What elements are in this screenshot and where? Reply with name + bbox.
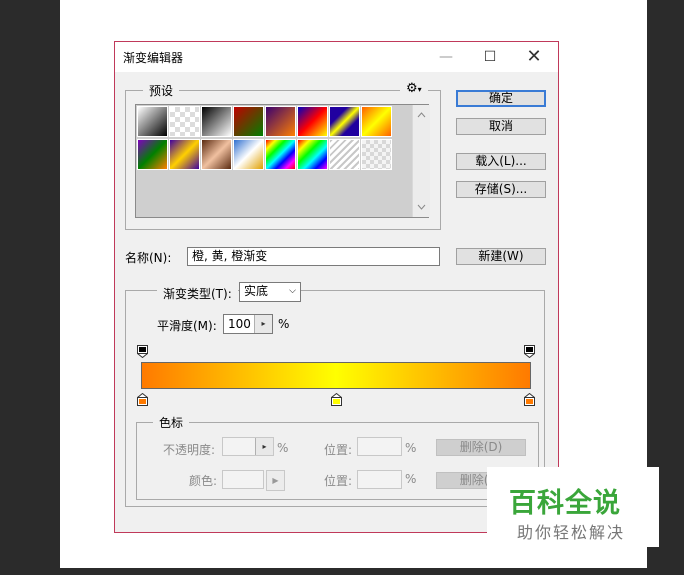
save-button[interactable]: 存储(S)...	[456, 181, 546, 198]
preset-swatch[interactable]	[361, 106, 392, 137]
opacity-unit: %	[277, 441, 289, 455]
preset-swatch[interactable]	[329, 139, 360, 170]
window-title: 渐变编辑器	[123, 51, 184, 65]
preset-swatch[interactable]	[137, 139, 168, 170]
smoothness-input[interactable]: 100 ▸	[223, 314, 273, 334]
stop-color-orange	[139, 399, 146, 404]
watermark-logo: 百科全说 助你轻松解决	[487, 467, 659, 547]
smoothness-unit: %	[278, 317, 290, 331]
preset-swatch[interactable]	[265, 139, 296, 170]
maximize-button[interactable]: ☐	[468, 42, 512, 72]
color-location-input[interactable]	[357, 470, 402, 489]
new-button[interactable]: 新建(W)	[456, 248, 546, 265]
watermark-subtitle: 助你轻松解决	[517, 523, 626, 542]
ok-button[interactable]: 确定	[456, 90, 546, 107]
gradient-type-label: 渐变类型(T):	[157, 285, 238, 302]
presets-scrollbar[interactable]	[412, 105, 430, 217]
stops-legend: 色标	[153, 414, 190, 431]
opacity-location-label: 位置:	[324, 443, 353, 457]
name-label: 名称(N):	[125, 251, 172, 265]
preset-swatch[interactable]	[137, 106, 168, 137]
preset-swatch[interactable]	[169, 106, 200, 137]
gear-icon[interactable]: ⚙▾	[400, 81, 428, 96]
preset-swatch[interactable]	[233, 106, 264, 137]
preset-swatch[interactable]	[201, 106, 232, 137]
smoothness-label: 平滑度(M):	[157, 319, 217, 333]
gradient-type-select[interactable]: 实底 ⌵	[239, 282, 301, 302]
color-picker-arrow-icon[interactable]: ▶	[266, 470, 285, 491]
color-label: 颜色:	[189, 474, 218, 488]
opacity-label: 不透明度:	[163, 443, 216, 457]
close-button[interactable]: ✕	[512, 42, 556, 72]
watermark-title: 百科全说	[509, 488, 621, 519]
presets-list	[135, 104, 430, 218]
gradient-preview-bar[interactable]	[141, 362, 531, 389]
opacity-stepper[interactable]: ▸	[255, 438, 273, 455]
preset-swatch[interactable]	[297, 139, 328, 170]
scroll-arrows-icon	[417, 112, 426, 210]
title-bar: 渐变编辑器 — ☐ ✕	[115, 42, 558, 72]
presets-legend: 预设	[143, 82, 180, 99]
preset-swatch[interactable]	[265, 106, 296, 137]
preset-swatch[interactable]	[233, 139, 264, 170]
opacity-location-unit: %	[405, 441, 417, 455]
preset-swatch[interactable]	[169, 139, 200, 170]
preset-swatch[interactable]	[297, 106, 328, 137]
smoothness-stepper[interactable]: ▸	[254, 315, 272, 333]
preset-swatch[interactable]	[361, 139, 392, 170]
preset-swatch[interactable]	[201, 139, 232, 170]
color-location-label: 位置:	[324, 474, 353, 488]
cancel-button[interactable]: 取消	[456, 118, 546, 135]
name-input[interactable]: 橙, 黄, 橙渐变	[187, 247, 440, 266]
preset-swatch[interactable]	[329, 106, 360, 137]
minimize-button[interactable]: —	[424, 42, 468, 72]
color-stop-left[interactable]	[137, 393, 148, 406]
opacity-stop-right[interactable]	[524, 345, 535, 358]
color-swatch-field[interactable]	[222, 470, 264, 489]
load-button[interactable]: 载入(L)...	[456, 153, 546, 170]
gradient-editor-dialog: 渐变编辑器 — ☐ ✕ 预设 ⚙▾ 确定 取消 载入(L)... 存储(S)..…	[114, 41, 559, 533]
color-stop-right[interactable]	[524, 393, 535, 406]
opacity-stop-left[interactable]	[137, 345, 148, 358]
opacity-location-input[interactable]	[357, 437, 402, 456]
chevron-down-icon: ⌵	[289, 286, 296, 296]
opacity-input[interactable]: ▸	[222, 437, 274, 456]
color-stop-middle[interactable]	[331, 393, 342, 406]
color-location-unit: %	[405, 472, 417, 486]
opacity-delete-button[interactable]: 删除(D)	[436, 439, 526, 456]
